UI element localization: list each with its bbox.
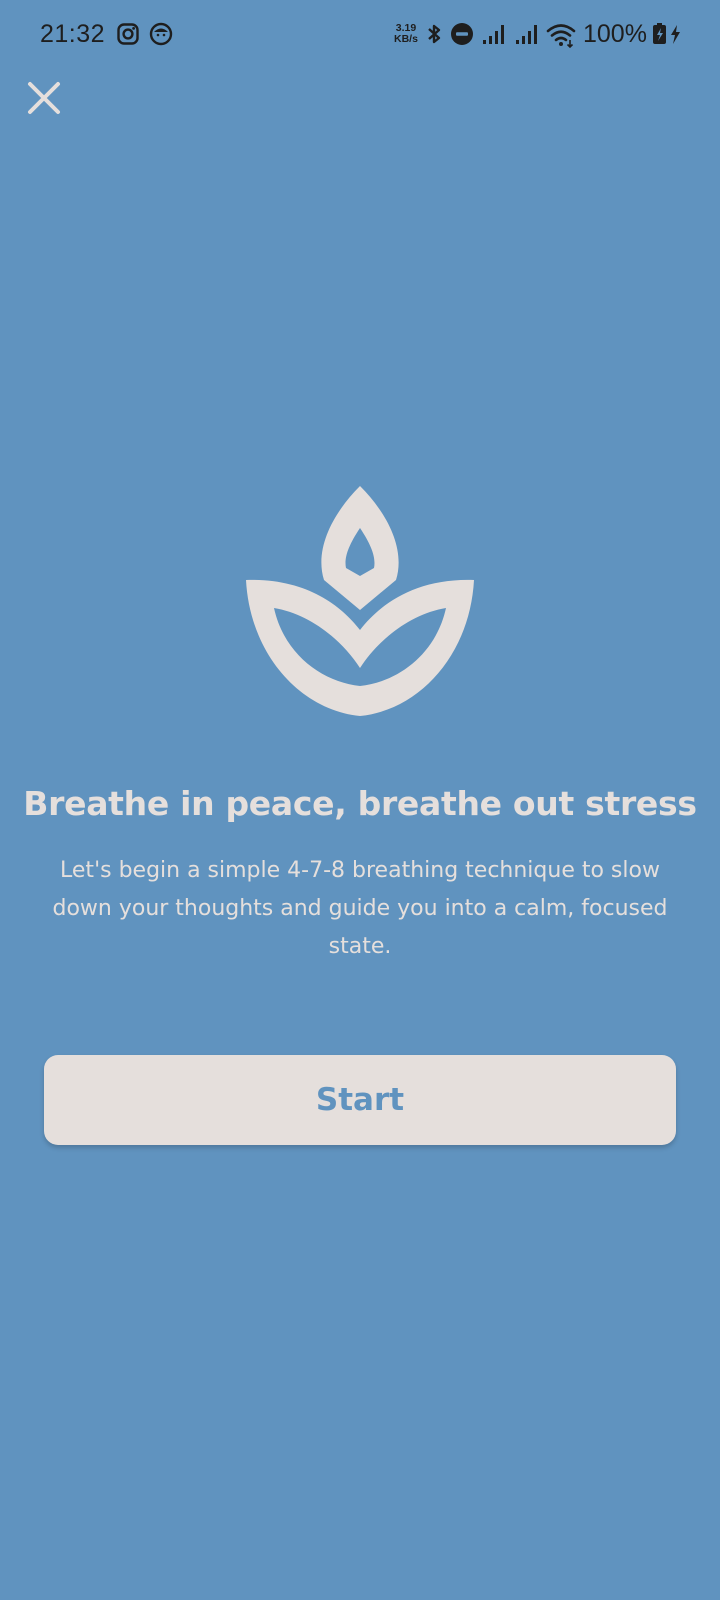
start-button[interactable]: Start bbox=[44, 1055, 676, 1145]
lotus-icon bbox=[246, 486, 474, 716]
description-text: Let's begin a simple 4-7-8 breathing tec… bbox=[52, 858, 668, 959]
do-not-disturb-icon bbox=[451, 23, 473, 45]
signal-icon bbox=[483, 25, 504, 44]
bluetooth-icon bbox=[428, 24, 441, 44]
close-icon bbox=[28, 82, 60, 114]
battery-charging-icon bbox=[653, 23, 680, 44]
status-bar: 21:32 3.19 KB/s 100% bbox=[0, 0, 720, 70]
close-button[interactable] bbox=[24, 78, 64, 118]
battery-percentage: 100% bbox=[583, 20, 647, 48]
status-time: 21:32 bbox=[40, 20, 106, 48]
wifi-icon bbox=[546, 24, 576, 48]
signal-icon bbox=[516, 25, 537, 44]
network-speed: 3.19 KB/s bbox=[394, 23, 418, 45]
notification-app-icon bbox=[149, 22, 173, 46]
instagram-icon bbox=[117, 23, 139, 45]
network-speed-unit: KB/s bbox=[394, 33, 418, 45]
page-title: Breathe in peace, breathe out stress bbox=[23, 784, 697, 823]
